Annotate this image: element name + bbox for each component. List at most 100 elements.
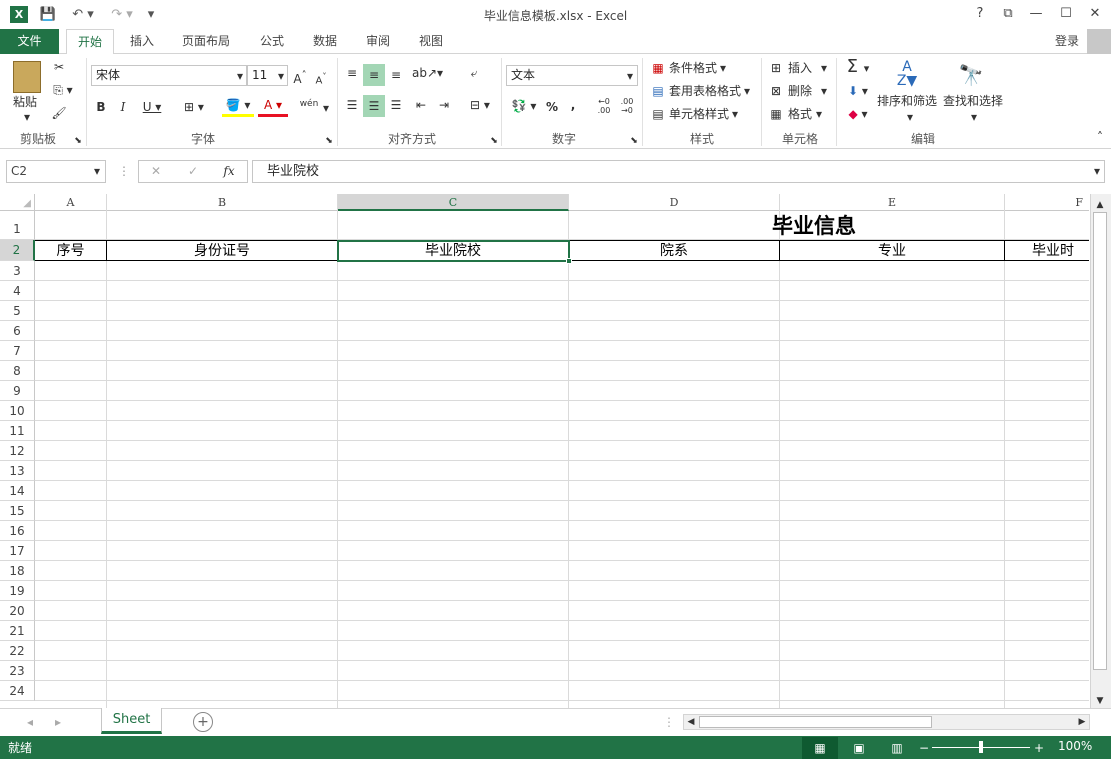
phonetic-dropdown-icon[interactable]: ▾ bbox=[321, 99, 331, 117]
fill-handle[interactable] bbox=[566, 258, 572, 264]
copy-icon[interactable]: ⎘ ▾ bbox=[50, 81, 76, 99]
header-cell-b2[interactable]: 身份证号 bbox=[107, 241, 338, 261]
header-cell-f2[interactable]: 毕业时 bbox=[1005, 241, 1089, 261]
tab-page-layout[interactable]: 页面布局 bbox=[172, 29, 240, 54]
increase-indent-icon[interactable]: ⇥ bbox=[434, 96, 454, 114]
select-all-button[interactable]: ◢ bbox=[0, 194, 35, 211]
bottom-align-icon[interactable]: ≡ bbox=[386, 66, 406, 84]
scroll-left-icon[interactable]: ◀ bbox=[684, 714, 698, 730]
sheet-scroll-left-icon[interactable]: ◂ bbox=[24, 713, 36, 731]
row-header-22[interactable]: 22 bbox=[0, 641, 35, 661]
maximize-icon[interactable]: ☐ bbox=[1052, 4, 1080, 24]
zoom-in-icon[interactable]: + bbox=[1033, 739, 1045, 757]
user-avatar-icon[interactable] bbox=[1087, 29, 1111, 55]
row-header-14[interactable]: 14 bbox=[0, 481, 35, 501]
name-box-chevron-icon[interactable]: ▾ bbox=[91, 162, 103, 180]
row-header-5[interactable]: 5 bbox=[0, 301, 35, 321]
autosum-icon[interactable]: Σ ▾ bbox=[842, 58, 874, 78]
column-header-f[interactable]: F bbox=[1005, 194, 1089, 211]
zoom-level[interactable]: 100% bbox=[1058, 739, 1092, 753]
column-header-c[interactable]: C bbox=[338, 194, 569, 211]
format-painter-icon[interactable]: 🖌 bbox=[50, 104, 68, 122]
row-header-8[interactable]: 8 bbox=[0, 361, 35, 381]
insert-dropdown-icon[interactable]: ▾ bbox=[818, 59, 830, 77]
clear-icon[interactable]: ◆ ▾ bbox=[842, 105, 874, 123]
login-link[interactable]: 登录 bbox=[1050, 29, 1084, 54]
decrease-font-size-icon[interactable]: A˅ bbox=[313, 67, 329, 90]
comma-style-icon[interactable]: , bbox=[567, 96, 579, 114]
wrap-text-icon[interactable]: ⤶ bbox=[464, 64, 484, 82]
header-cell-e2[interactable]: 专业 bbox=[780, 241, 1005, 261]
clipboard-launcher-icon[interactable]: ⬊ bbox=[74, 132, 82, 150]
row-header-9[interactable]: 9 bbox=[0, 381, 35, 401]
cut-icon[interactable]: ✂ bbox=[50, 58, 68, 76]
row-header-20[interactable]: 20 bbox=[0, 601, 35, 621]
cancel-entry-icon[interactable]: ✕ bbox=[148, 162, 164, 180]
row-header-19[interactable]: 19 bbox=[0, 581, 35, 601]
tab-view[interactable]: 视图 bbox=[411, 29, 451, 54]
align-right-icon[interactable]: ☰ bbox=[386, 96, 406, 114]
row-header-21[interactable]: 21 bbox=[0, 621, 35, 641]
collapse-ribbon-icon[interactable]: ˄ bbox=[1094, 128, 1106, 146]
row-header-4[interactable]: 4 bbox=[0, 281, 35, 301]
column-header-b[interactable]: B bbox=[107, 194, 338, 211]
column-header-e[interactable]: E bbox=[780, 194, 1005, 211]
new-sheet-icon[interactable]: + bbox=[193, 712, 213, 732]
underline-icon[interactable]: U ▾ bbox=[138, 98, 166, 116]
conditional-formatting-button[interactable]: 条件格式 bbox=[669, 59, 717, 77]
font-launcher-icon[interactable]: ⬊ bbox=[325, 132, 333, 150]
row-header-12[interactable]: 12 bbox=[0, 441, 35, 461]
tab-insert[interactable]: 插入 bbox=[122, 29, 162, 54]
phonetic-guide-icon[interactable]: wén bbox=[299, 95, 319, 113]
row-header-10[interactable]: 10 bbox=[0, 401, 35, 421]
row-header-18[interactable]: 18 bbox=[0, 561, 35, 581]
borders-icon[interactable]: ⊞ ▾ bbox=[178, 98, 210, 116]
delete-dropdown-icon[interactable]: ▾ bbox=[818, 82, 830, 100]
row-header-7[interactable]: 7 bbox=[0, 341, 35, 361]
row-header-1[interactable]: 1 bbox=[0, 211, 35, 240]
format-as-table-dropdown-icon[interactable]: ▾ bbox=[742, 82, 752, 100]
column-header-d[interactable]: D bbox=[569, 194, 780, 211]
top-align-icon[interactable]: ≡ bbox=[342, 64, 362, 82]
alignment-launcher-icon[interactable]: ⬊ bbox=[490, 132, 498, 150]
sort-filter-dropdown-icon[interactable]: ▾ bbox=[904, 108, 916, 126]
page-layout-view-icon[interactable]: ▣ bbox=[850, 739, 868, 757]
sheet-scroll-right-icon[interactable]: ▸ bbox=[52, 713, 64, 731]
vertical-scroll-thumb[interactable] bbox=[1093, 212, 1107, 670]
orientation-icon[interactable]: ab↗▾ bbox=[412, 64, 443, 82]
row-header-16[interactable]: 16 bbox=[0, 521, 35, 541]
number-launcher-icon[interactable]: ⬊ bbox=[630, 132, 638, 150]
formula-input[interactable]: 毕业院校 bbox=[252, 160, 1105, 183]
row-header-11[interactable]: 11 bbox=[0, 421, 35, 441]
tab-file[interactable]: 文件 bbox=[0, 29, 59, 54]
cell-styles-dropdown-icon[interactable]: ▾ bbox=[730, 105, 740, 123]
expand-formula-bar-icon[interactable]: ▾ bbox=[1091, 162, 1103, 180]
confirm-entry-icon[interactable]: ✓ bbox=[185, 162, 201, 180]
paste-dropdown-icon[interactable]: ▾ bbox=[20, 108, 34, 126]
center-icon[interactable]: ☰ bbox=[363, 95, 385, 117]
fill-icon[interactable]: ⬇ ▾ bbox=[842, 82, 874, 100]
normal-view-icon[interactable]: ▦ bbox=[802, 737, 838, 759]
number-format-chevron-icon[interactable]: ▾ bbox=[624, 67, 636, 85]
close-icon[interactable]: ✕ bbox=[1081, 4, 1109, 24]
increase-decimal-icon[interactable]: ←0.00 bbox=[594, 97, 614, 115]
help-button[interactable]: ? bbox=[966, 4, 994, 24]
ribbon-display-options-icon[interactable]: ⧉ bbox=[994, 4, 1022, 24]
zoom-out-icon[interactable]: − bbox=[918, 739, 930, 757]
zoom-slider-thumb[interactable] bbox=[979, 741, 983, 753]
font-size-chevron-icon[interactable]: ▾ bbox=[275, 67, 287, 85]
font-name-dropdown[interactable]: 宋体 bbox=[91, 65, 247, 86]
format-cells-button[interactable]: 格式 bbox=[788, 105, 812, 123]
horizontal-scroll-thumb[interactable] bbox=[699, 716, 932, 728]
minimize-icon[interactable]: — bbox=[1022, 4, 1050, 24]
align-left-icon[interactable]: ☰ bbox=[342, 96, 362, 114]
bold-icon[interactable]: B bbox=[94, 98, 108, 116]
row-header-6[interactable]: 6 bbox=[0, 321, 35, 341]
tab-split-handle-icon[interactable]: ⋮ bbox=[663, 713, 675, 731]
decrease-decimal-icon[interactable]: .00 →0 bbox=[617, 97, 637, 115]
scroll-right-icon[interactable]: ▶ bbox=[1075, 714, 1089, 730]
paste-icon[interactable] bbox=[13, 61, 41, 93]
row-header-23[interactable]: 23 bbox=[0, 661, 35, 681]
delete-cells-button[interactable]: 删除 bbox=[788, 82, 812, 100]
tab-review[interactable]: 审阅 bbox=[358, 29, 398, 54]
